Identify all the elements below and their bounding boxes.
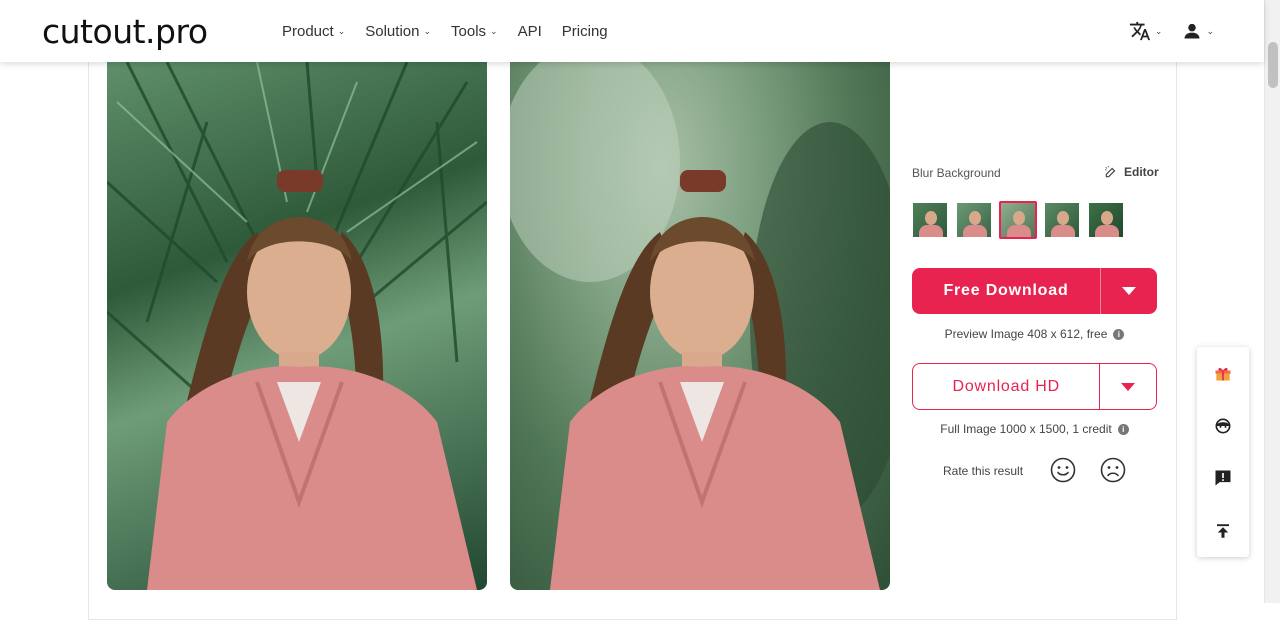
scrollbar-thumb[interactable]: [1268, 42, 1278, 88]
full-image-note-text: Full Image 1000 x 1500, 1 credit: [940, 422, 1112, 436]
effect-label: Blur Background: [912, 166, 1001, 180]
top-header: cutout.pro Product ⌄ Solution ⌄ Tools ⌄ …: [0, 0, 1264, 62]
nav-item-label: Product: [282, 23, 334, 40]
nav-item-label: API: [517, 23, 542, 40]
support-button[interactable]: [1211, 414, 1235, 438]
gift-icon: [1215, 367, 1231, 381]
info-icon[interactable]: i: [1113, 328, 1125, 340]
original-image: [107, 62, 487, 590]
nav-item-label: Solution: [365, 23, 420, 40]
blurred-result-image: [510, 62, 890, 590]
preview-note: Preview Image 408 x 612, free i: [912, 327, 1157, 341]
chevron-down-icon: ⌄: [337, 26, 346, 36]
side-toolbar: [1197, 347, 1249, 557]
download-hd-dropdown[interactable]: [1099, 364, 1156, 409]
download-hd-label: Download HD: [952, 377, 1060, 395]
logo[interactable]: cutout.pro: [42, 12, 208, 51]
chevron-down-icon: ⌄: [490, 26, 498, 36]
back-to-top-button[interactable]: [1211, 519, 1235, 543]
main-nav: Product ⌄ Solution ⌄ Tools ⌄ API Pricing: [282, 23, 628, 40]
nav-item-tools[interactable]: Tools ⌄: [451, 23, 498, 40]
nav-item-label: Pricing: [561, 23, 608, 40]
nav-item-product[interactable]: Product ⌄: [282, 23, 345, 40]
smile-icon[interactable]: [1050, 457, 1076, 483]
editor-icon: [1104, 165, 1116, 178]
original-photo-illustration: [107, 62, 487, 590]
account-menu[interactable]: ⌄: [1182, 21, 1214, 41]
thumbnail-option[interactable]: [911, 201, 949, 239]
editor-label: Editor: [1124, 165, 1159, 179]
result-photo-illustration: [510, 62, 890, 590]
download-hd-button[interactable]: Download HD: [912, 363, 1157, 410]
thumbnail-option-selected[interactable]: [999, 201, 1037, 239]
feedback-icon: [1215, 470, 1231, 486]
editor-button[interactable]: Editor: [1104, 165, 1159, 179]
page-scrollbar[interactable]: [1264, 0, 1280, 603]
rate-label: Rate this result: [943, 464, 1024, 478]
free-download-label: Free Download: [943, 282, 1069, 299]
info-icon[interactable]: i: [1117, 423, 1129, 435]
free-download-dropdown[interactable]: [1100, 268, 1157, 314]
full-image-note: Full Image 1000 x 1500, 1 credit i: [912, 422, 1157, 436]
thumbnail-option[interactable]: [1087, 201, 1125, 239]
chevron-down-icon: ⌄: [1206, 25, 1214, 36]
thumbnail-option[interactable]: [1043, 201, 1081, 239]
gift-button[interactable]: [1211, 361, 1235, 385]
free-download-button[interactable]: Free Download: [912, 268, 1157, 314]
caret-down-icon: [1122, 287, 1136, 295]
thumbnail-option[interactable]: [955, 201, 993, 239]
back-to-top-icon: [1217, 524, 1229, 538]
nav-item-solution[interactable]: Solution ⌄: [365, 23, 431, 40]
chevron-down-icon: ⌄: [1154, 25, 1163, 36]
support-icon: [1215, 418, 1231, 434]
user-icon: [1184, 23, 1200, 39]
chevron-down-icon: ⌄: [423, 26, 432, 36]
nav-item-label: Tools: [451, 23, 487, 40]
caret-down-icon: [1121, 382, 1136, 391]
nav-item-pricing[interactable]: Pricing: [562, 23, 608, 40]
translate-icon: [1129, 21, 1150, 41]
feedback-button[interactable]: [1211, 466, 1235, 490]
preview-note-text: Preview Image 408 x 612, free: [944, 327, 1108, 341]
header-actions: ⌄ ⌄: [1129, 20, 1214, 42]
nav-item-api[interactable]: API: [518, 23, 542, 40]
language-selector[interactable]: ⌄: [1129, 20, 1163, 42]
frown-icon[interactable]: [1100, 457, 1126, 483]
background-thumbnails: [911, 201, 1125, 239]
